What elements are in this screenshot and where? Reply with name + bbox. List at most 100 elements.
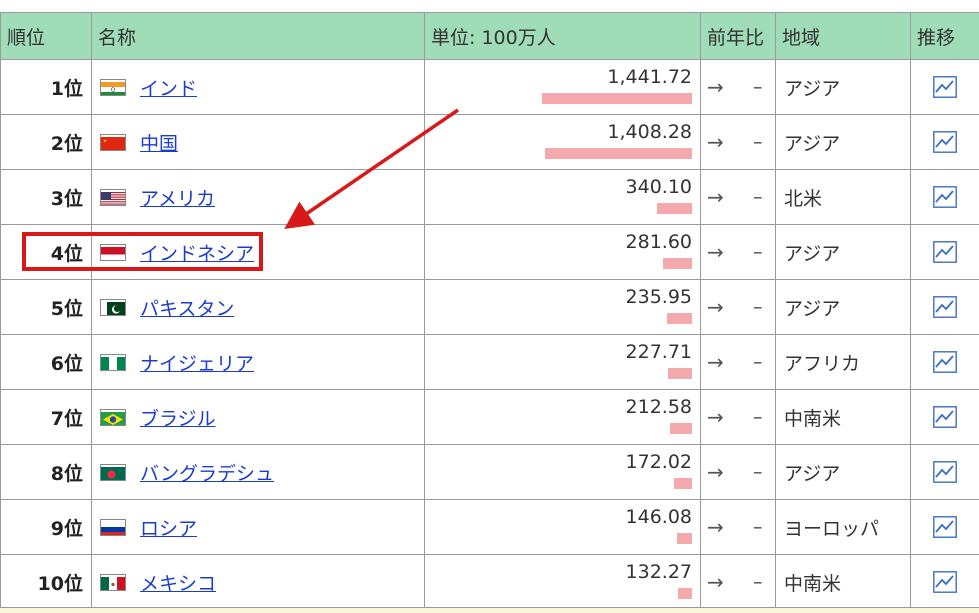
table-row: 2位 中国 1,408.28 →– アジア [1,115,979,170]
name-cell: インド [92,60,425,115]
line-chart-icon[interactable] [933,516,957,538]
value-cell: 340.10 [425,170,701,225]
line-chart-icon[interactable] [933,241,957,263]
name-cell: ブラジル [92,390,425,445]
value-cell: 146.08 [425,500,701,555]
china-flag-icon [100,134,126,151]
mexico-flag-icon [100,574,126,591]
value-cell: 1,408.28 [425,115,701,170]
table-row: 5位 パキスタン 235.95 →– アジア [1,280,979,335]
value-cell: 1,441.72 [425,60,701,115]
line-chart-icon[interactable] [933,296,957,318]
rank-cell: 6位 [1,335,92,390]
line-chart-icon[interactable] [933,131,957,153]
right-arrow-icon: → [707,75,731,99]
population-bar [663,258,692,269]
population-value: 132.27 [425,561,692,583]
header-yoy: 前年比 [701,13,776,60]
right-arrow-icon: → [707,185,731,209]
name-cell: バングラデシュ [92,445,425,500]
nigeria-flag-icon [100,354,126,371]
region-cell: アジア [776,115,911,170]
trend-cell [911,60,979,115]
name-cell: パキスタン [92,280,425,335]
country-link[interactable]: パキスタン [140,298,234,320]
population-value: 1,441.72 [425,66,692,88]
right-arrow-icon: → [707,130,731,154]
country-link[interactable]: ブラジル [140,408,216,430]
line-chart-icon[interactable] [933,406,957,428]
line-chart-icon[interactable] [933,461,957,483]
country-link[interactable]: バングラデシュ [140,463,274,485]
value-cell: 212.58 [425,390,701,445]
header-rank: 順位 [1,13,92,60]
trend-cell [911,115,979,170]
population-bar [670,423,692,434]
line-chart-icon[interactable] [933,76,957,98]
yoy-change: – [753,406,763,428]
trend-cell [911,445,979,500]
right-arrow-icon: → [707,295,731,319]
line-chart-icon[interactable] [933,351,957,373]
country-link[interactable]: インド [140,78,197,100]
pakistan-flag-icon [100,299,126,316]
yoy-change: – [753,186,763,208]
yoy-change: – [753,461,763,483]
usa-flag-icon [100,189,126,206]
rank-cell: 1位 [1,60,92,115]
value-cell: 172.02 [425,445,701,500]
yoy-cell: →– [701,500,776,555]
line-chart-icon[interactable] [933,571,957,593]
region-cell: アジア [776,280,911,335]
india-flag-icon [100,79,126,96]
name-cell: 中国 [92,115,425,170]
yoy-cell: →– [701,225,776,280]
country-link[interactable]: メキシコ [140,573,216,595]
region-cell: ヨーロッパ [776,500,911,555]
population-bar [542,93,692,104]
trend-cell [911,280,979,335]
table-row: 10位 メキシコ 132.27 →– 中南米 [1,555,979,610]
header-name: 名称 [92,13,425,60]
population-value: 1,408.28 [425,121,692,143]
population-value: 227.71 [425,341,692,363]
population-bar [678,588,692,599]
value-cell: 132.27 [425,555,701,610]
yoy-cell: →– [701,335,776,390]
country-link[interactable]: ナイジェリア [140,353,254,375]
population-bar [545,148,692,159]
population-ranking-table: 順位 名称 単位: 100万人 前年比 地域 推移 1位 インド 1,441.7… [0,12,979,610]
population-value: 340.10 [425,176,692,198]
region-cell: アジア [776,225,911,280]
region-cell: 北米 [776,170,911,225]
rank-cell: 8位 [1,445,92,500]
yoy-cell: →– [701,445,776,500]
name-cell: アメリカ [92,170,425,225]
name-cell: メキシコ [92,555,425,610]
population-bar [677,533,692,544]
highlight-box [22,232,263,271]
yoy-change: – [753,76,763,98]
trend-cell [911,500,979,555]
country-link[interactable]: ロシア [140,518,197,540]
region-cell: 中南米 [776,555,911,610]
yoy-change: – [753,516,763,538]
right-arrow-icon: → [707,405,731,429]
trend-cell [911,390,979,445]
trend-cell [911,225,979,280]
name-cell: ナイジェリア [92,335,425,390]
right-arrow-icon: → [707,460,731,484]
header-unit: 単位: 100万人 [425,13,701,60]
country-link[interactable]: 中国 [140,133,178,155]
header-trend: 推移 [911,13,979,60]
brazil-flag-icon [100,409,126,426]
line-chart-icon[interactable] [933,186,957,208]
trend-cell [911,170,979,225]
rank-cell: 5位 [1,280,92,335]
yoy-change: – [753,241,763,263]
population-bar [668,368,692,379]
next-row-strip [0,607,979,613]
yoy-cell: →– [701,390,776,445]
name-cell: ロシア [92,500,425,555]
country-link[interactable]: アメリカ [140,188,215,210]
